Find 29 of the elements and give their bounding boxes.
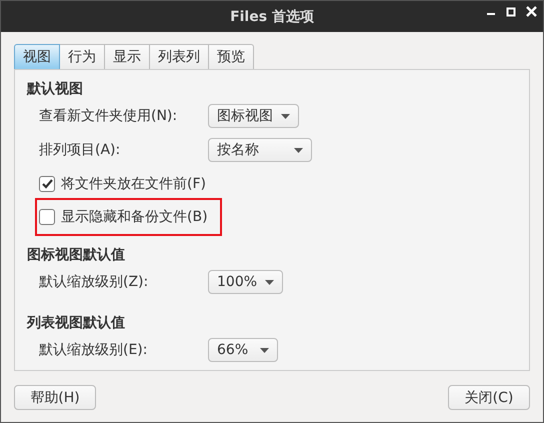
dropdown[interactable]: 66%	[208, 338, 278, 362]
section-heading: 列表视图默认值	[27, 314, 126, 332]
close-icon[interactable]	[526, 6, 537, 17]
dropdown[interactable]: 按名称	[208, 138, 312, 162]
close-button[interactable]: 关闭(C)	[448, 385, 530, 410]
caret-icon	[265, 280, 274, 284]
checkbox[interactable]	[39, 176, 55, 192]
window-title: Files 首选项	[230, 8, 314, 26]
section-heading: 图标视图默认值	[27, 246, 126, 264]
section-heading: 默认视图	[27, 80, 84, 98]
caret-icon	[294, 148, 303, 152]
checkbox-label: 显示隐藏和备份文件(B)	[61, 208, 208, 226]
dropdown[interactable]: 100%	[208, 270, 284, 294]
tab[interactable]: 视图	[14, 44, 60, 69]
maximize-icon[interactable]	[506, 6, 516, 16]
caret-icon	[260, 348, 269, 352]
field-label: 排列项目(A):	[39, 141, 122, 159]
checkbox[interactable]	[39, 209, 55, 225]
checkbox-label: 将文件夹放在文件前(F)	[61, 175, 206, 193]
tab[interactable]: 显示	[105, 44, 150, 69]
caret-icon	[281, 114, 290, 118]
dropdown[interactable]: 图标视图	[208, 104, 299, 128]
tab[interactable]: 预览	[209, 44, 254, 69]
field-label: 默认缩放级别(Z):	[39, 273, 150, 291]
help-button[interactable]: 帮助(H)	[14, 385, 96, 410]
tab[interactable]: 行为	[60, 44, 105, 69]
tab[interactable]: 列表列	[150, 44, 209, 69]
field-label: 查看新文件夹使用(N):	[39, 107, 178, 125]
field-label: 默认缩放级别(E):	[39, 341, 148, 359]
